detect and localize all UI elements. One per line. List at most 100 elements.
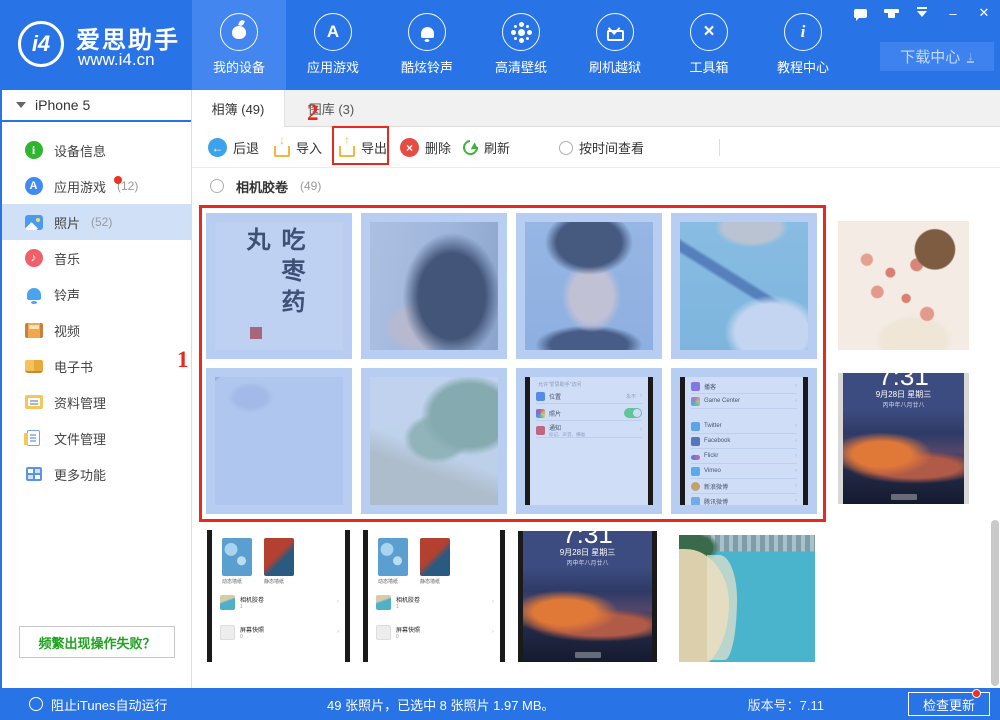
- file-manager-icon: [24, 429, 43, 448]
- nav-my-devices[interactable]: 我的设备: [192, 0, 286, 90]
- vimeo-icon: [691, 467, 700, 476]
- nav-toolbox[interactable]: × 工具箱: [662, 0, 756, 90]
- appstore-icon: A: [24, 177, 43, 196]
- location-icon: [536, 392, 545, 401]
- live-wallpaper-thumb: [222, 538, 252, 576]
- bell-icon: [408, 13, 446, 51]
- sidebar-item-ringtones[interactable]: 铃声: [2, 276, 191, 312]
- nav-flash-jailbreak[interactable]: 刷机越狱: [568, 0, 662, 90]
- game-center-icon: [691, 397, 700, 406]
- photo-thumbnail-settings-permissions[interactable]: 允许“爱思助手”访问 位置 永不 › 照片 通知 标记、声音、横幅 ›: [516, 368, 662, 514]
- album-count: (49): [300, 179, 321, 193]
- device-selector[interactable]: iPhone 5: [2, 90, 191, 122]
- operation-failure-help-button[interactable]: 频繁出现操作失败？: [19, 626, 175, 658]
- more-grid-icon: [24, 465, 43, 484]
- appstore-icon: A: [314, 13, 352, 51]
- nav-wallpapers[interactable]: 高清壁纸: [474, 0, 568, 90]
- data-folder-icon: [24, 393, 43, 412]
- still-wallpaper-thumb: [264, 538, 294, 576]
- photo-thumbnail-wallpaper-settings-1[interactable]: 动态墙纸 静态墙纸 相机胶卷 1 › 屏幕快照 0 ›: [207, 530, 350, 662]
- photo-thumbnail-sketch[interactable]: [206, 368, 352, 514]
- sidebar-item-ebooks[interactable]: 电子书: [2, 348, 191, 384]
- view-by-time-toggle[interactable]: 按时间查看: [559, 127, 644, 168]
- minimize-icon[interactable]: –: [945, 6, 961, 20]
- photo-thumbnail-settings-list[interactable]: 播客› Game Center› Twitter› Facebook› Flic…: [671, 368, 817, 514]
- photo-thumbnail-lockscreen[interactable]: 7:31 9月28日 星期三 丙申年八月廿八: [838, 373, 969, 504]
- back-button[interactable]: ← 后退: [208, 127, 259, 168]
- sidebar-item-data-management[interactable]: 资料管理: [2, 384, 191, 420]
- main-nav: 我的设备 A 应用游戏 酷炫铃声 高清壁纸 刷机越狱 × 工具箱: [192, 0, 850, 90]
- close-icon[interactable]: ✕: [976, 6, 992, 20]
- tab-gallery[interactable]: 图库 (3): [285, 90, 378, 127]
- check-update-button[interactable]: 检查更新: [908, 692, 990, 716]
- export-button[interactable]: 导出: [339, 127, 387, 168]
- music-icon: ♪: [24, 249, 43, 268]
- jailbreak-box-icon: [596, 13, 634, 51]
- back-icon: ←: [208, 138, 227, 157]
- radio-icon: [559, 141, 573, 155]
- camera-roll-thumb: [220, 595, 235, 610]
- screenshots-thumb: [220, 625, 235, 640]
- sidebar-item-file-management[interactable]: 文件管理: [2, 420, 191, 456]
- photo-thumbnail-beach[interactable]: [679, 535, 815, 662]
- camera-roll-radio[interactable]: [210, 179, 224, 193]
- seal-stamp: [250, 327, 262, 339]
- nav-tutorials[interactable]: i 教程中心: [756, 0, 850, 90]
- photo-thumbnail-wallpaper-settings-2[interactable]: 动态墙纸 静态墙纸 相机胶卷 1 › 屏幕快照 0 ›: [363, 530, 505, 662]
- flower-icon: [502, 13, 540, 51]
- logo-badge: i4: [32, 31, 50, 57]
- export-icon: [339, 146, 355, 157]
- video-icon: [24, 321, 43, 340]
- import-icon: [274, 146, 290, 157]
- sidebar-item-more-features[interactable]: 更多功能: [2, 456, 191, 492]
- photo-thumbnail-calligraphy[interactable]: 吃枣药丸: [206, 213, 352, 359]
- toggle-circle-icon: [29, 697, 43, 711]
- photo-icon: [24, 213, 43, 232]
- download-icon: ↓: [967, 50, 974, 63]
- sidebar-item-device-info[interactable]: i 设备信息: [2, 132, 191, 168]
- selection-summary: 49 张照片，已选中 8 张照片 1.97 MB。: [327, 688, 555, 720]
- sidebar-item-apps[interactable]: A 应用游戏 (12): [2, 168, 191, 204]
- skin-icon[interactable]: [883, 6, 899, 20]
- photo-toolbar: ← 后退 导入 导出 × 删除 刷新 按时间查看: [192, 127, 1000, 168]
- update-badge: [972, 689, 981, 698]
- import-button[interactable]: 导入: [274, 127, 322, 168]
- camera-roll-row: 相机胶卷 (49): [192, 168, 1000, 204]
- calligraphy-text: 吃枣药丸: [238, 227, 308, 349]
- nav-apps-games[interactable]: A 应用游戏: [286, 0, 380, 90]
- photo-thumbnail-trees[interactable]: [361, 368, 507, 514]
- photo-thumbnail-portrait-2[interactable]: [516, 213, 662, 359]
- sidebar-item-videos[interactable]: 视频: [2, 312, 191, 348]
- notification-badge: [114, 176, 122, 184]
- ebook-icon: [24, 357, 43, 376]
- sidebar-item-photos[interactable]: 照片 (52): [2, 204, 191, 240]
- tab-albums[interactable]: 相簿 (49): [192, 90, 285, 127]
- comment-icon[interactable]: [852, 6, 868, 20]
- live-wallpaper-thumb: [378, 538, 408, 576]
- download-center-button[interactable]: 下载中心 ↓: [880, 42, 994, 71]
- screenshots-thumb: [376, 625, 391, 640]
- scrollbar-thumb[interactable]: [991, 520, 999, 686]
- podcasts-icon: [691, 382, 700, 391]
- chevron-down-icon: [16, 102, 26, 113]
- toggle-on: [624, 408, 642, 418]
- tray-minimize-icon[interactable]: [914, 6, 930, 20]
- facebook-icon: [691, 437, 700, 446]
- delete-button[interactable]: × 删除: [400, 127, 451, 168]
- photo-thumbnail-portrait-1[interactable]: [361, 213, 507, 359]
- twitter-icon: [691, 422, 700, 431]
- sidebar-item-music[interactable]: ♪ 音乐: [2, 240, 191, 276]
- nav-ringtones[interactable]: 酷炫铃声: [380, 0, 474, 90]
- block-itunes-toggle[interactable]: 阻止iTunes自动运行: [29, 688, 168, 720]
- status-bar: 阻止iTunes自动运行 49 张照片，已选中 8 张照片 1.97 MB。 版…: [2, 688, 1000, 720]
- notifications-icon: [536, 426, 545, 435]
- apple-icon: [220, 13, 258, 51]
- flickr-icon: [691, 455, 700, 460]
- photo-thumbnail-illustration[interactable]: [838, 221, 969, 350]
- window-controls: – ✕: [852, 6, 992, 20]
- refresh-button[interactable]: 刷新: [463, 127, 510, 168]
- tools-icon: ×: [690, 13, 728, 51]
- photo-thumbnail-portrait-3[interactable]: [671, 213, 817, 359]
- photo-thumbnail-lockscreen-2[interactable]: 7:31 9月28日 星期三 丙申年八月廿八: [518, 531, 657, 662]
- app-url: www.i4.cn: [78, 50, 155, 70]
